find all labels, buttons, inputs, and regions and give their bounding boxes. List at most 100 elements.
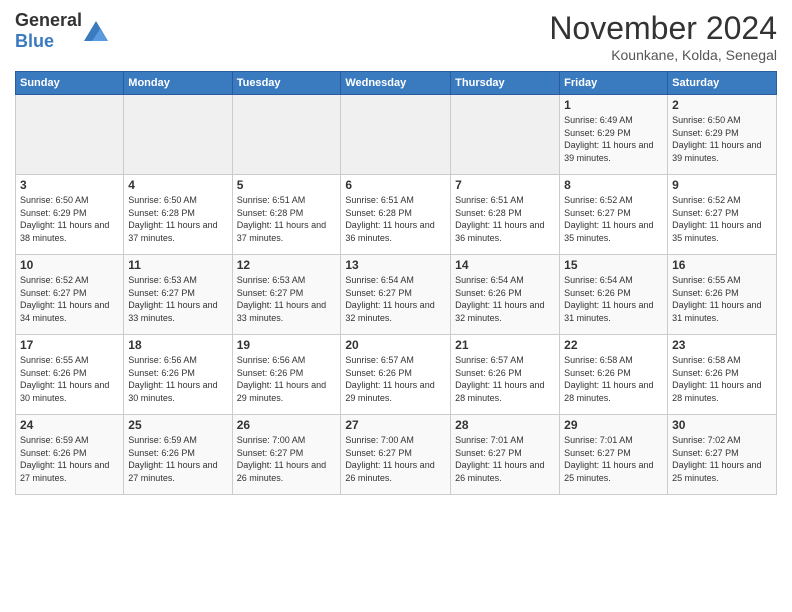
day-info: Sunrise: 6:55 AM Sunset: 6:26 PM Dayligh… — [672, 274, 772, 324]
day-info: Sunrise: 6:58 AM Sunset: 6:26 PM Dayligh… — [564, 354, 663, 404]
day-info: Sunrise: 6:49 AM Sunset: 6:29 PM Dayligh… — [564, 114, 663, 164]
day-number: 4 — [128, 178, 227, 192]
day-info: Sunrise: 6:52 AM Sunset: 6:27 PM Dayligh… — [20, 274, 119, 324]
calendar-cell: 1 Sunrise: 6:49 AM Sunset: 6:29 PM Daylig… — [560, 95, 668, 175]
calendar-cell: 23 Sunrise: 6:58 AM Sunset: 6:26 PM Dayli… — [668, 335, 777, 415]
day-info: Sunrise: 6:54 AM Sunset: 6:27 PM Dayligh… — [345, 274, 446, 324]
header-row: General Blue November 2024 Kounkane, Kol… — [15, 10, 777, 63]
day-number: 26 — [237, 418, 337, 432]
day-info: Sunrise: 6:55 AM Sunset: 6:26 PM Dayligh… — [20, 354, 119, 404]
day-info: Sunrise: 6:51 AM Sunset: 6:28 PM Dayligh… — [345, 194, 446, 244]
calendar-cell: 18 Sunrise: 6:56 AM Sunset: 6:26 PM Dayli… — [124, 335, 232, 415]
calendar-cell — [451, 95, 560, 175]
weekday-header: Wednesday — [341, 72, 451, 95]
calendar-cell: 27 Sunrise: 7:00 AM Sunset: 6:27 PM Dayli… — [341, 415, 451, 495]
day-number: 10 — [20, 258, 119, 272]
day-info: Sunrise: 6:53 AM Sunset: 6:27 PM Dayligh… — [128, 274, 227, 324]
day-number: 28 — [455, 418, 555, 432]
day-number: 27 — [345, 418, 446, 432]
calendar-cell: 7Sunrise: 6:51 AM Sunset: 6:28 PM Daylig… — [451, 175, 560, 255]
logo-icon — [84, 21, 108, 41]
day-info: Sunrise: 6:56 AM Sunset: 6:26 PM Dayligh… — [237, 354, 337, 404]
day-info: Sunrise: 6:50 AM Sunset: 6:29 PM Dayligh… — [20, 194, 119, 244]
day-info: Sunrise: 6:58 AM Sunset: 6:26 PM Dayligh… — [672, 354, 772, 404]
day-info: Sunrise: 6:50 AM Sunset: 6:28 PM Dayligh… — [128, 194, 227, 244]
day-number: 8 — [564, 178, 663, 192]
day-info: Sunrise: 7:01 AM Sunset: 6:27 PM Dayligh… — [455, 434, 555, 484]
day-number: 13 — [345, 258, 446, 272]
day-info: Sunrise: 6:50 AM Sunset: 6:29 PM Dayligh… — [672, 114, 772, 164]
weekday-header: Friday — [560, 72, 668, 95]
day-number: 7 — [455, 178, 555, 192]
day-info: Sunrise: 6:51 AM Sunset: 6:28 PM Dayligh… — [237, 194, 337, 244]
day-info: Sunrise: 6:59 AM Sunset: 6:26 PM Dayligh… — [20, 434, 119, 484]
weekday-header: Monday — [124, 72, 232, 95]
day-info: Sunrise: 7:00 AM Sunset: 6:27 PM Dayligh… — [345, 434, 446, 484]
day-info: Sunrise: 6:52 AM Sunset: 6:27 PM Dayligh… — [672, 194, 772, 244]
day-number: 5 — [237, 178, 337, 192]
day-number: 17 — [20, 338, 119, 352]
day-number: 22 — [564, 338, 663, 352]
day-info: Sunrise: 6:59 AM Sunset: 6:26 PM Dayligh… — [128, 434, 227, 484]
calendar-cell: 2Sunrise: 6:50 AM Sunset: 6:29 PM Daylig… — [668, 95, 777, 175]
day-info: Sunrise: 6:54 AM Sunset: 6:26 PM Dayligh… — [455, 274, 555, 324]
day-number: 6 — [345, 178, 446, 192]
title-block: November 2024 Kounkane, Kolda, Senegal — [549, 10, 777, 63]
calendar-cell: 8 Sunrise: 6:52 AM Sunset: 6:27 PM Daylig… — [560, 175, 668, 255]
calendar-cell: 15Sunrise: 6:54 AM Sunset: 6:26 PM Dayli… — [560, 255, 668, 335]
calendar-cell — [341, 95, 451, 175]
calendar-cell: 19 Sunrise: 6:56 AM Sunset: 6:26 PM Dayli… — [232, 335, 341, 415]
day-number: 21 — [455, 338, 555, 352]
calendar-cell: 30 Sunrise: 7:02 AM Sunset: 6:27 PM Dayli… — [668, 415, 777, 495]
logo-general-text: General — [15, 10, 82, 30]
day-number: 1 — [564, 98, 663, 112]
day-number: 20 — [345, 338, 446, 352]
day-number: 15 — [564, 258, 663, 272]
day-number: 3 — [20, 178, 119, 192]
day-number: 12 — [237, 258, 337, 272]
day-info: Sunrise: 7:00 AM Sunset: 6:27 PM Dayligh… — [237, 434, 337, 484]
calendar-week-row: 3 Sunrise: 6:50 AM Sunset: 6:29 PM Daylig… — [16, 175, 777, 255]
weekday-header: Saturday — [668, 72, 777, 95]
day-number: 9 — [672, 178, 772, 192]
day-number: 14 — [455, 258, 555, 272]
day-number: 18 — [128, 338, 227, 352]
calendar-cell: 24 Sunrise: 6:59 AM Sunset: 6:26 PM Dayli… — [16, 415, 124, 495]
weekday-header: Thursday — [451, 72, 560, 95]
calendar-cell: 12 Sunrise: 6:53 AM Sunset: 6:27 PM Dayli… — [232, 255, 341, 335]
weekday-header: Sunday — [16, 72, 124, 95]
calendar-cell: 10 Sunrise: 6:52 AM Sunset: 6:27 PM Dayli… — [16, 255, 124, 335]
weekday-header: Tuesday — [232, 72, 341, 95]
calendar-cell — [232, 95, 341, 175]
day-number: 25 — [128, 418, 227, 432]
day-number: 11 — [128, 258, 227, 272]
day-info: Sunrise: 6:56 AM Sunset: 6:26 PM Dayligh… — [128, 354, 227, 404]
location: Kounkane, Kolda, Senegal — [549, 47, 777, 63]
day-info: Sunrise: 7:02 AM Sunset: 6:27 PM Dayligh… — [672, 434, 772, 484]
day-info: Sunrise: 7:01 AM Sunset: 6:27 PM Dayligh… — [564, 434, 663, 484]
calendar-week-row: 10 Sunrise: 6:52 AM Sunset: 6:27 PM Dayli… — [16, 255, 777, 335]
day-info: Sunrise: 6:52 AM Sunset: 6:27 PM Dayligh… — [564, 194, 663, 244]
day-number: 30 — [672, 418, 772, 432]
calendar-cell: 29Sunrise: 7:01 AM Sunset: 6:27 PM Dayli… — [560, 415, 668, 495]
calendar-cell: 20 Sunrise: 6:57 AM Sunset: 6:26 PM Dayli… — [341, 335, 451, 415]
calendar-cell: 22 Sunrise: 6:58 AM Sunset: 6:26 PM Dayli… — [560, 335, 668, 415]
calendar-cell: 16Sunrise: 6:55 AM Sunset: 6:26 PM Dayli… — [668, 255, 777, 335]
calendar-cell: 6 Sunrise: 6:51 AM Sunset: 6:28 PM Daylig… — [341, 175, 451, 255]
calendar-week-row: 17 Sunrise: 6:55 AM Sunset: 6:26 PM Dayli… — [16, 335, 777, 415]
calendar-cell: 21Sunrise: 6:57 AM Sunset: 6:26 PM Dayli… — [451, 335, 560, 415]
calendar-week-row: 1 Sunrise: 6:49 AM Sunset: 6:29 PM Daylig… — [16, 95, 777, 175]
day-info: Sunrise: 6:57 AM Sunset: 6:26 PM Dayligh… — [345, 354, 446, 404]
day-number: 19 — [237, 338, 337, 352]
calendar-cell — [124, 95, 232, 175]
page-container: General Blue November 2024 Kounkane, Kol… — [0, 0, 792, 505]
day-number: 24 — [20, 418, 119, 432]
weekday-header-row: SundayMondayTuesdayWednesdayThursdayFrid… — [16, 72, 777, 95]
calendar-cell: 25 Sunrise: 6:59 AM Sunset: 6:26 PM Dayli… — [124, 415, 232, 495]
calendar-week-row: 24 Sunrise: 6:59 AM Sunset: 6:26 PM Dayli… — [16, 415, 777, 495]
calendar-cell: 9 Sunrise: 6:52 AM Sunset: 6:27 PM Daylig… — [668, 175, 777, 255]
day-info: Sunrise: 6:53 AM Sunset: 6:27 PM Dayligh… — [237, 274, 337, 324]
day-number: 23 — [672, 338, 772, 352]
calendar-cell — [16, 95, 124, 175]
calendar-table: SundayMondayTuesdayWednesdayThursdayFrid… — [15, 71, 777, 495]
